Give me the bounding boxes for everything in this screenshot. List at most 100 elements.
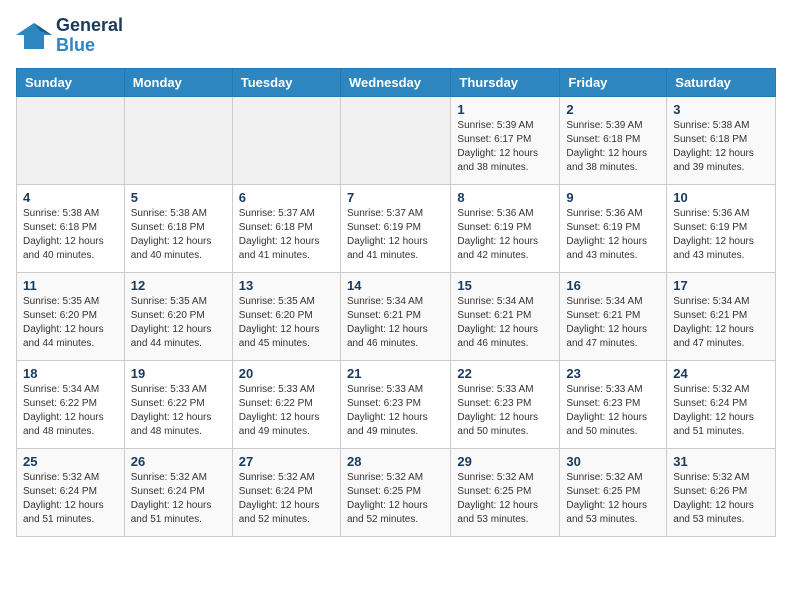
day-number: 16 (566, 278, 660, 293)
day-number: 7 (347, 190, 444, 205)
day-number: 14 (347, 278, 444, 293)
day-number: 6 (239, 190, 334, 205)
page-header: General Blue (16, 16, 776, 56)
day-info: Sunrise: 5:36 AM Sunset: 6:19 PM Dayligh… (566, 207, 660, 263)
calendar-cell: 8 Sunrise: 5:36 AM Sunset: 6:19 PM Daylig… (451, 184, 560, 272)
day-info: Sunrise: 5:38 AM Sunset: 6:18 PM Dayligh… (131, 207, 226, 263)
weekday-header-monday: Monday (124, 68, 232, 96)
calendar-cell: 16 Sunrise: 5:34 AM Sunset: 6:21 PM Dayli… (560, 272, 667, 360)
day-info: Sunrise: 5:32 AM Sunset: 6:24 PM Dayligh… (239, 471, 334, 527)
day-number: 1 (457, 102, 553, 117)
calendar-week-1: 1 Sunrise: 5:39 AM Sunset: 6:17 PM Daylig… (17, 96, 776, 184)
day-info: Sunrise: 5:37 AM Sunset: 6:19 PM Dayligh… (347, 207, 444, 263)
calendar-cell: 22 Sunrise: 5:33 AM Sunset: 6:23 PM Dayli… (451, 360, 560, 448)
day-number: 22 (457, 366, 553, 381)
calendar-cell: 12Sunrise: 5:35 AM Sunset: 6:20 PM Dayli… (124, 272, 232, 360)
calendar-cell: 23 Sunrise: 5:33 AM Sunset: 6:23 PM Dayli… (560, 360, 667, 448)
day-info: Sunrise: 5:32 AM Sunset: 6:25 PM Dayligh… (566, 471, 660, 527)
calendar-cell: 5 Sunrise: 5:38 AM Sunset: 6:18 PM Daylig… (124, 184, 232, 272)
day-number: 13 (239, 278, 334, 293)
day-number: 2 (566, 102, 660, 117)
logo-icon (16, 21, 52, 51)
day-number: 19 (131, 366, 226, 381)
calendar-cell: 2 Sunrise: 5:39 AM Sunset: 6:18 PM Daylig… (560, 96, 667, 184)
day-info: Sunrise: 5:32 AM Sunset: 6:24 PM Dayligh… (131, 471, 226, 527)
calendar-cell: 31 Sunrise: 5:32 AM Sunset: 6:26 PM Dayli… (667, 448, 776, 536)
calendar-cell: 28Sunrise: 5:32 AM Sunset: 6:25 PM Dayli… (340, 448, 450, 536)
day-number: 15 (457, 278, 553, 293)
day-number: 5 (131, 190, 226, 205)
day-info: Sunrise: 5:33 AM Sunset: 6:23 PM Dayligh… (457, 383, 553, 439)
calendar-cell: 9 Sunrise: 5:36 AM Sunset: 6:19 PM Daylig… (560, 184, 667, 272)
logo: General Blue (16, 16, 123, 56)
day-number: 26 (131, 454, 226, 469)
day-number: 9 (566, 190, 660, 205)
logo-text: General Blue (56, 16, 123, 56)
calendar-week-3: 11 Sunrise: 5:35 AM Sunset: 6:20 PM Dayli… (17, 272, 776, 360)
calendar-cell: 24 Sunrise: 5:32 AM Sunset: 6:24 PM Dayli… (667, 360, 776, 448)
calendar-cell: 19Sunrise: 5:33 AM Sunset: 6:22 PM Dayli… (124, 360, 232, 448)
calendar-cell: 4 Sunrise: 5:38 AM Sunset: 6:18 PM Daylig… (17, 184, 125, 272)
calendar-cell: 15 Sunrise: 5:34 AM Sunset: 6:21 PM Dayli… (451, 272, 560, 360)
day-info: Sunrise: 5:32 AM Sunset: 6:25 PM Dayligh… (457, 471, 553, 527)
calendar-cell (17, 96, 125, 184)
day-info: Sunrise: 5:39 AM Sunset: 6:18 PM Dayligh… (566, 119, 660, 175)
day-number: 8 (457, 190, 553, 205)
day-info: Sunrise: 5:36 AM Sunset: 6:19 PM Dayligh… (457, 207, 553, 263)
calendar-week-2: 4 Sunrise: 5:38 AM Sunset: 6:18 PM Daylig… (17, 184, 776, 272)
weekday-header-tuesday: Tuesday (232, 68, 340, 96)
day-info: Sunrise: 5:39 AM Sunset: 6:17 PM Dayligh… (457, 119, 553, 175)
calendar-cell (232, 96, 340, 184)
weekday-header-saturday: Saturday (667, 68, 776, 96)
day-number: 11 (23, 278, 118, 293)
calendar-cell: 3Sunrise: 5:38 AM Sunset: 6:18 PM Daylig… (667, 96, 776, 184)
day-info: Sunrise: 5:34 AM Sunset: 6:21 PM Dayligh… (566, 295, 660, 351)
day-number: 4 (23, 190, 118, 205)
calendar-cell: 20Sunrise: 5:33 AM Sunset: 6:22 PM Dayli… (232, 360, 340, 448)
calendar-cell: 29 Sunrise: 5:32 AM Sunset: 6:25 PM Dayli… (451, 448, 560, 536)
day-number: 30 (566, 454, 660, 469)
day-number: 10 (673, 190, 769, 205)
day-info: Sunrise: 5:32 AM Sunset: 6:26 PM Dayligh… (673, 471, 769, 527)
day-info: Sunrise: 5:35 AM Sunset: 6:20 PM Dayligh… (23, 295, 118, 351)
calendar-cell: 26 Sunrise: 5:32 AM Sunset: 6:24 PM Dayli… (124, 448, 232, 536)
calendar-week-5: 25 Sunrise: 5:32 AM Sunset: 6:24 PM Dayli… (17, 448, 776, 536)
day-info: Sunrise: 5:34 AM Sunset: 6:21 PM Dayligh… (673, 295, 769, 351)
day-number: 21 (347, 366, 444, 381)
day-info: Sunrise: 5:38 AM Sunset: 6:18 PM Dayligh… (23, 207, 118, 263)
day-info: Sunrise: 5:36 AM Sunset: 6:19 PM Dayligh… (673, 207, 769, 263)
calendar-cell (124, 96, 232, 184)
calendar-cell: 14 Sunrise: 5:34 AM Sunset: 6:21 PM Dayli… (340, 272, 450, 360)
day-number: 17 (673, 278, 769, 293)
day-number: 12 (131, 278, 226, 293)
day-info: Sunrise: 5:32 AM Sunset: 6:24 PM Dayligh… (673, 383, 769, 439)
day-info: Sunrise: 5:34 AM Sunset: 6:21 PM Dayligh… (347, 295, 444, 351)
calendar-cell: 1 Sunrise: 5:39 AM Sunset: 6:17 PM Daylig… (451, 96, 560, 184)
day-info: Sunrise: 5:32 AM Sunset: 6:24 PM Dayligh… (23, 471, 118, 527)
day-number: 25 (23, 454, 118, 469)
day-info: Sunrise: 5:33 AM Sunset: 6:22 PM Dayligh… (239, 383, 334, 439)
day-number: 24 (673, 366, 769, 381)
day-info: Sunrise: 5:35 AM Sunset: 6:20 PM Dayligh… (239, 295, 334, 351)
calendar-cell: 18 Sunrise: 5:34 AM Sunset: 6:22 PM Dayli… (17, 360, 125, 448)
calendar-cell: 6 Sunrise: 5:37 AM Sunset: 6:18 PM Daylig… (232, 184, 340, 272)
calendar-cell (340, 96, 450, 184)
calendar-cell: 21 Sunrise: 5:33 AM Sunset: 6:23 PM Dayli… (340, 360, 450, 448)
day-info: Sunrise: 5:37 AM Sunset: 6:18 PM Dayligh… (239, 207, 334, 263)
day-number: 29 (457, 454, 553, 469)
day-info: Sunrise: 5:33 AM Sunset: 6:23 PM Dayligh… (566, 383, 660, 439)
calendar-cell: 17 Sunrise: 5:34 AM Sunset: 6:21 PM Dayli… (667, 272, 776, 360)
day-number: 31 (673, 454, 769, 469)
calendar-cell: 7 Sunrise: 5:37 AM Sunset: 6:19 PM Daylig… (340, 184, 450, 272)
day-info: Sunrise: 5:34 AM Sunset: 6:21 PM Dayligh… (457, 295, 553, 351)
day-info: Sunrise: 5:38 AM Sunset: 6:18 PM Dayligh… (673, 119, 769, 175)
day-info: Sunrise: 5:33 AM Sunset: 6:23 PM Dayligh… (347, 383, 444, 439)
calendar-cell: 11 Sunrise: 5:35 AM Sunset: 6:20 PM Dayli… (17, 272, 125, 360)
day-number: 23 (566, 366, 660, 381)
weekday-header-thursday: Thursday (451, 68, 560, 96)
weekday-header-wednesday: Wednesday (340, 68, 450, 96)
weekday-header-sunday: Sunday (17, 68, 125, 96)
day-number: 18 (23, 366, 118, 381)
day-info: Sunrise: 5:34 AM Sunset: 6:22 PM Dayligh… (23, 383, 118, 439)
weekday-header-friday: Friday (560, 68, 667, 96)
